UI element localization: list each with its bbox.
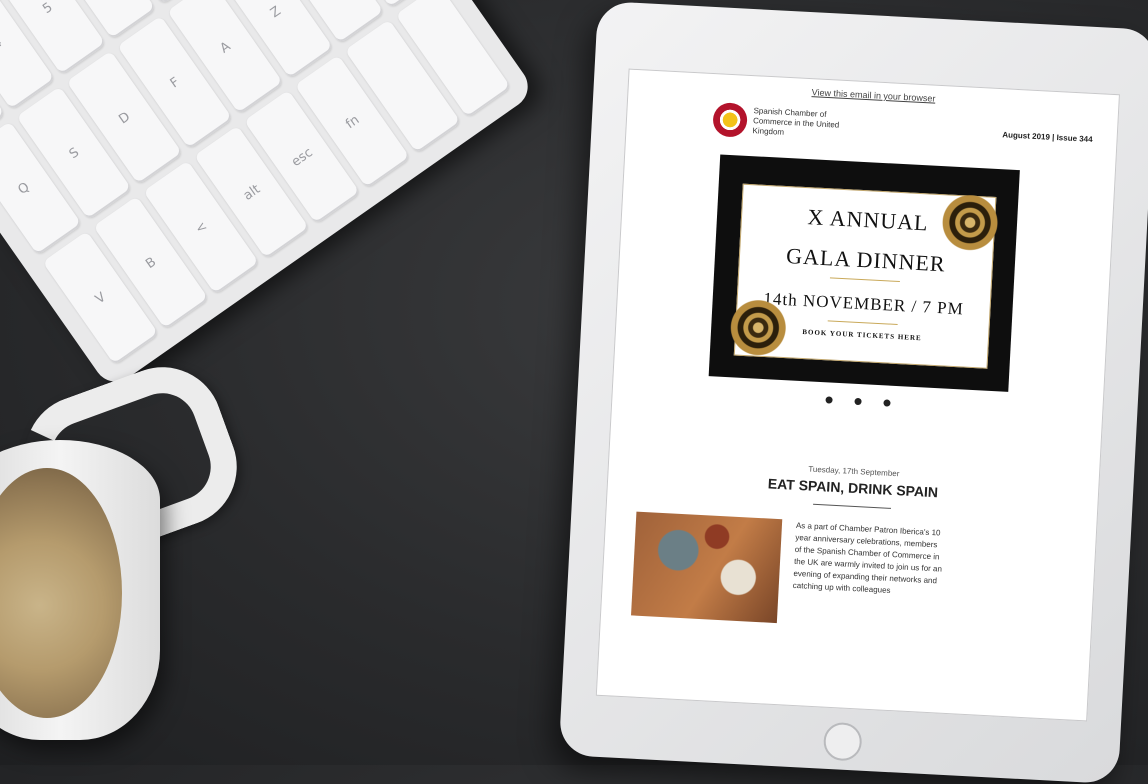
coffee-mug [0, 350, 254, 740]
issue-label: August 2019 | Issue 344 [1002, 129, 1093, 144]
carousel-dot[interactable] [824, 396, 833, 404]
carousel-dot[interactable] [853, 397, 862, 406]
event-photo[interactable] [631, 511, 783, 624]
email-screen: View this email in your browser Spanish … [595, 68, 1120, 722]
carousel-dots [613, 385, 1103, 418]
keyboard: 3456WERTQSDFAZXCVB<altescfn [0, 0, 537, 391]
tablet: View this email in your browser Spanish … [558, 0, 1148, 784]
chamber-logo-icon [712, 102, 748, 138]
carousel-dot[interactable] [882, 399, 891, 407]
hero-divider [827, 320, 898, 325]
brand-name: Spanish Chamber of Commerce in the Unite… [752, 106, 840, 137]
hero-card: X ANNUAL GALA DINNER 14th NOVEMBER / 7 P… [722, 183, 1006, 369]
event-content: As a part of Chamber Patron Iberica's 10… [601, 494, 1097, 639]
hero-divider [829, 277, 900, 283]
keyboard-keys: 3456WERTQSDFAZXCVB<altescfn [0, 0, 512, 366]
home-button[interactable] [822, 721, 863, 762]
gold-ornament-icon [934, 186, 1006, 259]
event-description: As a part of Chamber Patron Iberica's 10… [792, 520, 943, 595]
brand: Spanish Chamber of Commerce in the Unite… [712, 102, 844, 143]
hero-banner[interactable]: X ANNUAL GALA DINNER 14th NOVEMBER / 7 P… [708, 154, 1020, 392]
